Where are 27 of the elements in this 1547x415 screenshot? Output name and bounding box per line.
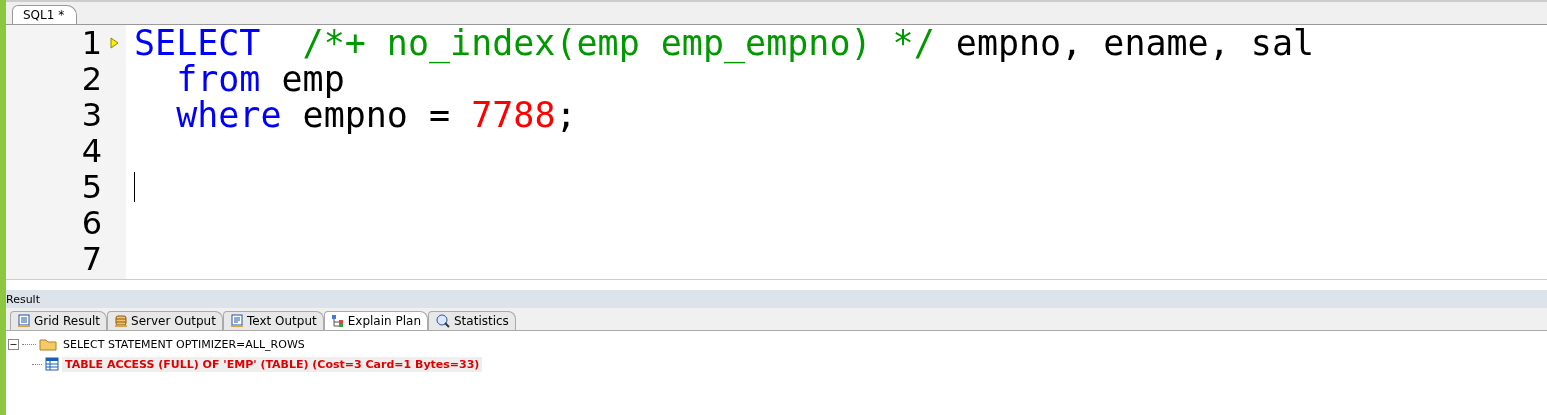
line-number: 3 xyxy=(81,97,102,133)
editor-tab[interactable]: SQL1 * xyxy=(12,5,78,24)
document-icon xyxy=(229,314,244,328)
plan-node[interactable]: TABLE ACCESS (FULL) OF 'EMP' (TABLE) (Cost=3 Card=1 Bytes=33) xyxy=(62,356,483,372)
database-icon xyxy=(114,314,129,328)
code-token: 7788 xyxy=(471,95,556,135)
line-number: 2 xyxy=(81,61,102,97)
panel-title: Result xyxy=(6,292,40,306)
result-tab[interactable]: Text Output xyxy=(222,311,324,330)
line-number: 1 xyxy=(81,25,102,61)
grid-icon xyxy=(17,314,31,328)
result-tab[interactable]: Explain Plan xyxy=(323,311,428,330)
result-tab[interactable]: Grid Result xyxy=(10,311,108,330)
line-number: 4 xyxy=(81,133,102,169)
code-token: ; xyxy=(555,95,577,135)
result-tab[interactable]: Statistics xyxy=(428,311,516,330)
line-number: 5 xyxy=(81,169,102,205)
folder-icon xyxy=(39,337,57,351)
collapse-toggle[interactable] xyxy=(8,338,19,350)
line-number: 6 xyxy=(81,205,102,241)
magnifier-icon xyxy=(435,314,451,328)
plan-node[interactable]: SELECT STATEMENT OPTIMIZER=ALL_ROWS xyxy=(60,336,308,352)
plan-tree-icon xyxy=(330,314,345,328)
result-tab[interactable]: Server Output xyxy=(107,311,223,330)
code-token: empno, ename, sal xyxy=(954,23,1315,63)
line-number: 7 xyxy=(81,241,102,277)
table-icon xyxy=(45,357,59,371)
